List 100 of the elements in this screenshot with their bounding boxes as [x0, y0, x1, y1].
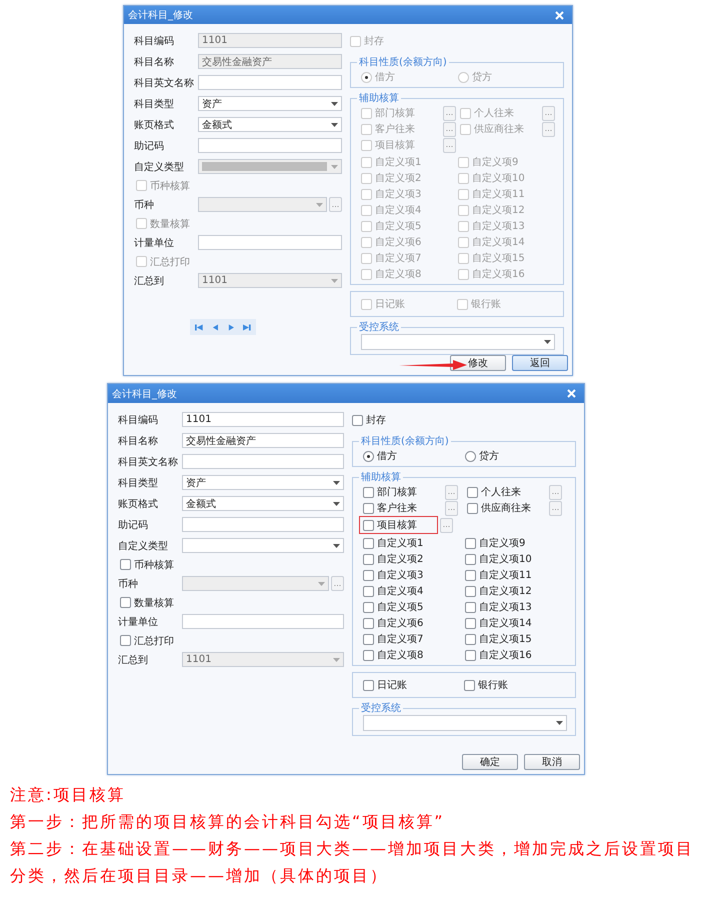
checkbox-label: 自定义项13: [472, 220, 525, 233]
checkbox[interactable]: [120, 559, 131, 570]
browse-button[interactable]: ...: [445, 484, 458, 500]
checkbox[interactable]: [363, 602, 374, 612]
dropdown[interactable]: 资产: [182, 475, 344, 490]
radio-label: 贷方: [479, 450, 499, 463]
checkbox[interactable]: [363, 520, 374, 530]
checkbox[interactable]: [363, 650, 374, 660]
checkbox[interactable]: [363, 618, 374, 628]
checkbox-label: 数量核算: [150, 218, 190, 230]
radio-button[interactable]: [363, 450, 374, 462]
checkbox[interactable]: [465, 618, 476, 628]
checkbox[interactable]: [363, 586, 374, 596]
checkbox[interactable]: [460, 124, 471, 134]
text-field[interactable]: [198, 75, 342, 90]
radio-label: 借方: [375, 70, 395, 84]
text-field[interactable]: 交易性金融资产: [182, 433, 344, 448]
browse-button[interactable]: ...: [445, 500, 458, 516]
checkbox-label: 自定义项8: [377, 648, 424, 662]
checkbox[interactable]: [363, 538, 374, 548]
checkbox[interactable]: [361, 108, 372, 118]
checkbox[interactable]: [120, 635, 131, 646]
checkbox[interactable]: [460, 108, 471, 118]
checkbox[interactable]: [363, 570, 374, 580]
caret-icon: [331, 102, 338, 106]
checkbox-label: 自定义项10: [472, 172, 525, 185]
checkbox-label: 自定义项1: [375, 156, 422, 169]
last-record-icon[interactable]: [243, 322, 251, 332]
text-field[interactable]: [182, 614, 344, 629]
checkbox-label: 自定义项9: [472, 156, 518, 169]
window-title: 会计科目_修改: [128, 8, 193, 22]
dialog-button[interactable]: 修改: [450, 355, 506, 371]
first-record-icon[interactable]: [195, 322, 203, 332]
close-icon[interactable]: [567, 389, 576, 398]
checkbox[interactable]: [465, 634, 476, 644]
checkbox[interactable]: [363, 486, 374, 498]
checkbox-label: 供应商往来: [481, 502, 531, 515]
checkbox[interactable]: [465, 538, 476, 548]
checkbox-label: 数量核算: [134, 596, 174, 610]
dialog-button[interactable]: 返回: [512, 355, 568, 371]
dropdown[interactable]: [182, 538, 344, 553]
radio-button[interactable]: [465, 450, 476, 462]
dialog-button[interactable]: 取消: [524, 754, 580, 770]
checkbox[interactable]: [361, 140, 372, 150]
dialog-button[interactable]: 确定: [462, 754, 518, 770]
checkbox-label: 日记账: [377, 678, 407, 692]
browse-button[interactable]: ...: [440, 518, 453, 532]
text-field[interactable]: [182, 454, 344, 469]
checkbox[interactable]: [465, 602, 476, 612]
text-field[interactable]: 1101: [182, 412, 344, 427]
checkbox[interactable]: [363, 680, 374, 690]
checkbox-label: 项目核算: [377, 518, 417, 532]
checkbox[interactable]: [352, 414, 363, 426]
checkbox[interactable]: [363, 502, 374, 514]
checkbox[interactable]: [363, 634, 374, 644]
field-label: 科目英文名称: [134, 76, 195, 90]
field-label: 助记码: [134, 140, 165, 152]
checkbox[interactable]: [464, 680, 475, 690]
close-icon[interactable]: [555, 10, 564, 20]
field-label: 币种: [118, 578, 139, 590]
checkbox-label: 个人往来: [474, 106, 514, 120]
checkbox[interactable]: [465, 650, 476, 660]
dropdown[interactable]: 资产: [198, 96, 342, 111]
previous-record-icon[interactable]: [212, 322, 218, 332]
text-field[interactable]: [198, 138, 342, 153]
checkbox[interactable]: [465, 586, 476, 596]
field-label: 科目英文名称: [118, 456, 179, 468]
caret-icon: [333, 480, 340, 484]
checkbox-label: 银行账: [471, 298, 501, 311]
next-record-icon[interactable]: [228, 322, 234, 332]
checkbox[interactable]: [363, 554, 374, 564]
checkbox-label: 自定义项5: [377, 600, 424, 614]
caret-icon: [331, 122, 338, 126]
dropdown[interactable]: [363, 715, 567, 731]
checkbox-label: 自定义项14: [472, 236, 525, 249]
dropdown[interactable]: 金额式: [198, 117, 342, 132]
checkbox[interactable]: [361, 124, 372, 134]
checkbox[interactable]: [465, 554, 476, 564]
checkbox[interactable]: [467, 486, 478, 498]
dropdown[interactable]: 金额式: [182, 496, 344, 511]
text-field[interactable]: [198, 235, 342, 250]
checkbox-label: 自定义项1: [377, 536, 424, 550]
checkbox[interactable]: [467, 502, 478, 514]
checkbox-label: 部门核算: [377, 486, 417, 499]
radio-label: 借方: [377, 450, 397, 463]
checkbox[interactable]: [120, 597, 131, 608]
checkbox-label: 封存: [364, 34, 384, 48]
group-title: 辅助核算: [358, 92, 400, 105]
caret-icon: [556, 721, 563, 725]
checkbox[interactable]: [465, 570, 476, 580]
field-label: 计量单位: [134, 236, 175, 250]
group-title: 科目性质(余额方向): [358, 56, 448, 69]
browse-button[interactable]: ...: [549, 484, 562, 500]
checkbox-label: 自定义项5: [375, 220, 422, 233]
checkbox-label: 项目核算: [375, 138, 415, 152]
text-field[interactable]: [182, 517, 344, 532]
checkbox-label: 个人往来: [481, 486, 521, 499]
radio-label: 贷方: [472, 70, 492, 84]
browse-button[interactable]: ...: [549, 500, 562, 516]
caret-icon: [318, 582, 325, 586]
